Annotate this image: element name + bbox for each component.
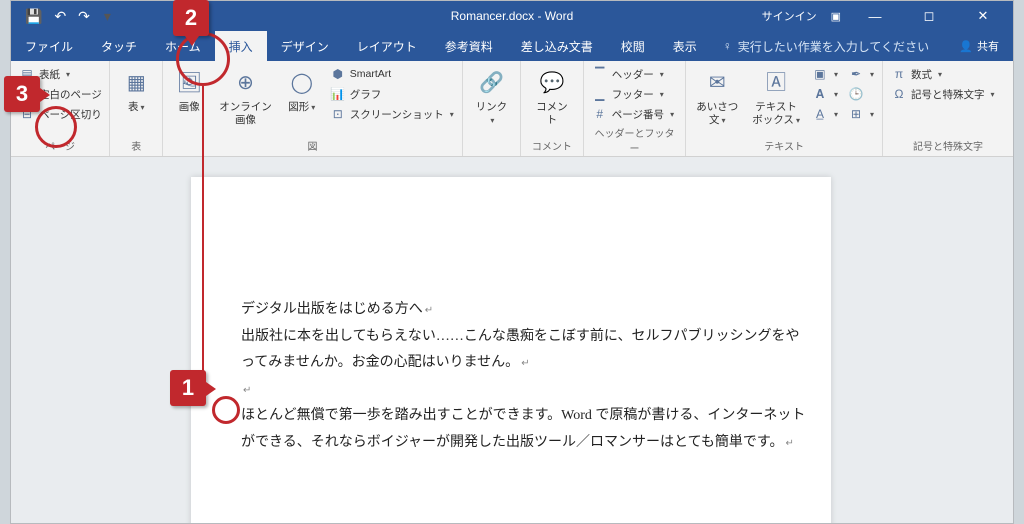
page[interactable]: デジタル出版をはじめる方へ↵ 出版社に本を出してもらえない……こんな愚痴をこぼす… bbox=[191, 177, 831, 523]
annotation-circle-pagebreak bbox=[35, 106, 77, 148]
ribbon-tabs: ファイル タッチ ホーム 挿入 デザイン レイアウト 参考資料 差し込み文書 校… bbox=[11, 31, 1013, 61]
callout-1: 1 bbox=[170, 370, 206, 406]
header-button[interactable]: ▔ヘッダー▾ bbox=[590, 65, 676, 83]
annotation-circle-cursor bbox=[212, 396, 240, 424]
quickparts-icon: ▣ bbox=[812, 66, 828, 82]
tab-mailings[interactable]: 差し込み文書 bbox=[507, 31, 607, 61]
quick-access-toolbar: 💾 ↶ ↷ ▾ bbox=[11, 8, 125, 25]
footer-icon: ▁ bbox=[592, 86, 608, 102]
tab-layout[interactable]: レイアウト bbox=[343, 31, 431, 61]
group-comments-label: コメント bbox=[527, 136, 577, 156]
group-illustrations-label: 図 bbox=[169, 136, 456, 156]
comment-icon: 💬 bbox=[536, 67, 568, 99]
chart-icon: 📊 bbox=[330, 86, 346, 102]
sigline-button[interactable]: ✒▾ bbox=[846, 65, 876, 83]
doc-line: ってみませんか。お金の心配はいりません。↵ bbox=[241, 350, 811, 377]
document-area[interactable]: デジタル出版をはじめる方へ↵ 出版社に本を出してもらえない……こんな愚痴をこぼす… bbox=[11, 157, 1013, 523]
link-icon: 🔗 bbox=[475, 67, 507, 99]
tab-review[interactable]: 校閲 bbox=[607, 31, 659, 61]
app-window: 💾 ↶ ↷ ▾ Romancer.docx - Word サインイン ▣ — ◻… bbox=[10, 0, 1014, 524]
tab-touch[interactable]: タッチ bbox=[87, 31, 151, 61]
doc-line: ほとんど無償で第一歩を踏み出すことができます。Word で原稿が書ける、インター… bbox=[241, 403, 811, 430]
link-button[interactable]: 🔗 リンク▾ bbox=[469, 65, 514, 128]
qat-customize-icon[interactable]: ▾ bbox=[104, 8, 111, 25]
dropcap-button[interactable]: A̲▾ bbox=[810, 105, 840, 123]
comment-button[interactable]: 💬 コメント bbox=[527, 65, 577, 128]
textbox-button[interactable]: 🄰 テキスト ボックス▾ bbox=[748, 65, 804, 128]
tab-view[interactable]: 表示 bbox=[659, 31, 711, 61]
callout-2: 2 bbox=[173, 0, 209, 36]
table-button[interactable]: ▦ 表▾ bbox=[116, 65, 156, 116]
quickparts-button[interactable]: ▣▾ bbox=[810, 65, 840, 83]
maximize-button[interactable]: ◻ bbox=[909, 1, 949, 31]
equation-icon: π bbox=[891, 66, 907, 82]
equation-button[interactable]: π数式▾ bbox=[889, 65, 997, 83]
group-tables: ▦ 表▾ 表 bbox=[110, 61, 163, 156]
title-bar: 💾 ↶ ↷ ▾ Romancer.docx - Word サインイン ▣ — ◻… bbox=[11, 1, 1013, 31]
group-headerfooter: ▔ヘッダー▾ ▁フッター▾ #ページ番号▾ ヘッダーとフッター bbox=[584, 61, 686, 156]
doc-blank-line: ↵ bbox=[241, 377, 811, 404]
doc-line: ができる、それならボイジャーが開発した出版ツール／ロマンサーはとても簡単です。↵ bbox=[241, 430, 811, 457]
group-text: ✉ あいさつ 文▾ 🄰 テキスト ボックス▾ ▣▾ 𝐀▾ A̲▾ ✒▾ 🕒 ⊞▾ bbox=[686, 61, 883, 156]
datetime-button[interactable]: 🕒 bbox=[846, 85, 876, 103]
pagenum-icon: # bbox=[592, 106, 608, 122]
share-icon: 👤 bbox=[959, 40, 973, 53]
group-symbols-label: 記号と特殊文字 bbox=[889, 136, 1007, 156]
wordart-icon: 𝐀 bbox=[812, 86, 828, 102]
group-tables-label: 表 bbox=[116, 136, 156, 156]
symbol-icon: Ω bbox=[891, 86, 907, 102]
smartart-icon: ⬢ bbox=[330, 66, 346, 82]
wordart-button[interactable]: 𝐀▾ bbox=[810, 85, 840, 103]
footer-button[interactable]: ▁フッター▾ bbox=[590, 85, 676, 103]
doc-line: 出版社に本を出してもらえない……こんな愚痴をこぼす前に、セルフパブリッシングをや bbox=[241, 324, 811, 351]
screenshot-icon: ⊡ bbox=[330, 106, 346, 122]
close-button[interactable]: ✕ bbox=[963, 1, 1003, 31]
symbol-button[interactable]: Ω記号と特殊文字▾ bbox=[889, 85, 997, 103]
minimize-button[interactable]: — bbox=[855, 1, 895, 31]
undo-icon[interactable]: ↶ bbox=[54, 8, 66, 25]
tell-me-placeholder: 実行したい作業を入力してください bbox=[738, 38, 929, 55]
tell-me-box[interactable]: ♀ 実行したい作業を入力してください bbox=[711, 31, 941, 61]
greeting-icon: ✉ bbox=[701, 67, 733, 99]
shapes-button[interactable]: ◯ 図形▾ bbox=[282, 65, 322, 116]
pagenum-button[interactable]: #ページ番号▾ bbox=[590, 105, 676, 123]
greeting-button[interactable]: ✉ あいさつ 文▾ bbox=[692, 65, 742, 128]
datetime-icon: 🕒 bbox=[848, 86, 864, 102]
screenshot-button[interactable]: ⊡スクリーンショット▾ bbox=[328, 105, 456, 123]
ribbon: ▤表紙▾ ▫空白のページ ⊟ページ区切り ページ ▦ 表▾ 表 🖼 画像 bbox=[11, 61, 1013, 157]
ribbon-display-icon[interactable]: ▣ bbox=[831, 10, 841, 23]
smartart-button[interactable]: ⬢SmartArt bbox=[328, 65, 456, 83]
group-headerfooter-label: ヘッダーとフッター bbox=[590, 123, 679, 158]
group-symbols: π数式▾ Ω記号と特殊文字▾ 記号と特殊文字 bbox=[883, 61, 1013, 156]
group-text-label: テキスト bbox=[692, 136, 876, 156]
tab-file[interactable]: ファイル bbox=[11, 31, 87, 61]
redo-icon[interactable]: ↷ bbox=[78, 8, 90, 25]
tab-design[interactable]: デザイン bbox=[267, 31, 343, 61]
dropcap-icon: A̲ bbox=[812, 106, 828, 122]
lightbulb-icon: ♀ bbox=[723, 39, 732, 53]
save-icon[interactable]: 💾 bbox=[25, 8, 42, 25]
tab-references[interactable]: 参考資料 bbox=[431, 31, 507, 61]
callout-3: 3 bbox=[4, 76, 40, 112]
share-button[interactable]: 👤 共有 bbox=[945, 31, 1013, 61]
table-icon: ▦ bbox=[120, 67, 152, 99]
group-links: 🔗 リンク▾ bbox=[463, 61, 521, 156]
header-icon: ▔ bbox=[592, 66, 608, 82]
share-label: 共有 bbox=[977, 38, 999, 54]
shapes-icon: ◯ bbox=[286, 67, 318, 99]
chart-button[interactable]: 📊グラフ bbox=[328, 85, 456, 103]
object-icon: ⊞ bbox=[848, 106, 864, 122]
annotation-line bbox=[202, 86, 204, 398]
group-links-label bbox=[469, 151, 514, 156]
group-comments: 💬 コメント コメント bbox=[521, 61, 584, 156]
textbox-icon: 🄰 bbox=[760, 67, 792, 99]
sigline-icon: ✒ bbox=[848, 66, 864, 82]
object-button[interactable]: ⊞▾ bbox=[846, 105, 876, 123]
doc-line: デジタル出版をはじめる方へ↵ bbox=[241, 297, 811, 324]
online-pictures-icon: ⊕ bbox=[230, 67, 262, 99]
signin-link[interactable]: サインイン bbox=[762, 8, 817, 24]
